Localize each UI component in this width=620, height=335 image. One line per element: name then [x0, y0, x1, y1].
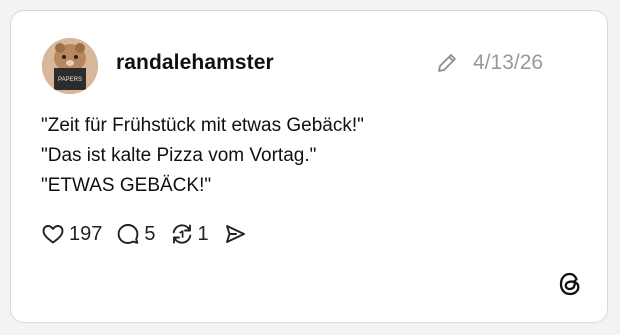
- post-line: "Das ist kalte Pizza vom Vortag.": [41, 145, 317, 166]
- post-card: PAPERS randalehamster 4/13/26 "Zeit für …: [10, 10, 608, 323]
- action-bar: 197 5 1: [41, 219, 261, 249]
- repost-icon: [172, 224, 191, 244]
- pencil-icon[interactable]: [435, 51, 459, 75]
- like-count: 197: [69, 222, 103, 245]
- avatar-box-label: PAPERS: [58, 77, 82, 83]
- avatar[interactable]: PAPERS: [42, 38, 98, 94]
- like-button[interactable]: 197: [41, 222, 102, 246]
- post-line: "ETWAS GEBÄCK!": [41, 175, 212, 196]
- username[interactable]: randalehamster: [116, 51, 274, 75]
- heart-icon: [42, 225, 64, 244]
- repost-count: 1: [197, 222, 209, 245]
- share-button[interactable]: [223, 222, 247, 246]
- post-date: 4/13/26: [473, 51, 544, 74]
- send-icon: [225, 225, 245, 243]
- threads-logo-icon[interactable]: [557, 271, 583, 297]
- comment-count: 5: [144, 222, 156, 245]
- comment-button[interactable]: 5: [116, 222, 156, 246]
- speech-bubble-icon: [118, 224, 139, 244]
- post-line: "Zeit für Frühstück mit etwas Gebäck!": [41, 115, 364, 136]
- repost-button[interactable]: 1: [170, 222, 209, 246]
- post-body: "Zeit für Frühstück mit etwas Gebäck!" "…: [41, 111, 364, 201]
- avatar-image: PAPERS: [42, 38, 98, 94]
